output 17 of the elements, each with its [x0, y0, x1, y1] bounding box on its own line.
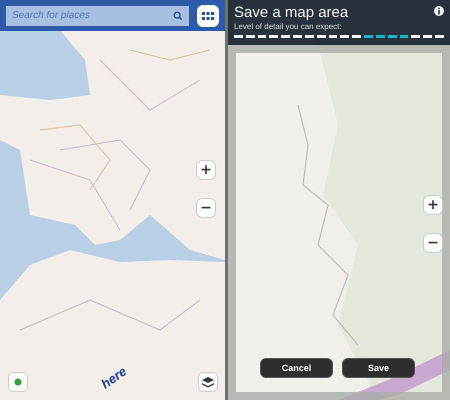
layers-button[interactable]: [198, 372, 218, 392]
action-button[interactable]: Save: [342, 358, 415, 378]
search-icon: [173, 10, 183, 20]
action-button[interactable]: Cancel: [260, 358, 333, 378]
detail-label: Level of detail you can expect:: [234, 22, 343, 31]
zoom-out-button[interactable]: −: [423, 233, 443, 253]
grid-icon: [202, 12, 214, 20]
grid-menu-button[interactable]: [197, 4, 219, 26]
location-button[interactable]: [8, 372, 28, 392]
zoom-in-button[interactable]: +: [196, 160, 216, 180]
map-logo: here: [98, 363, 130, 392]
zoom-in-button[interactable]: +: [423, 195, 443, 215]
screen-title: Save a map area: [234, 4, 348, 21]
info-icon[interactable]: [434, 6, 444, 16]
layers-icon: [202, 376, 214, 388]
location-dot-icon: [13, 377, 23, 387]
zoom-out-button[interactable]: −: [196, 198, 216, 218]
